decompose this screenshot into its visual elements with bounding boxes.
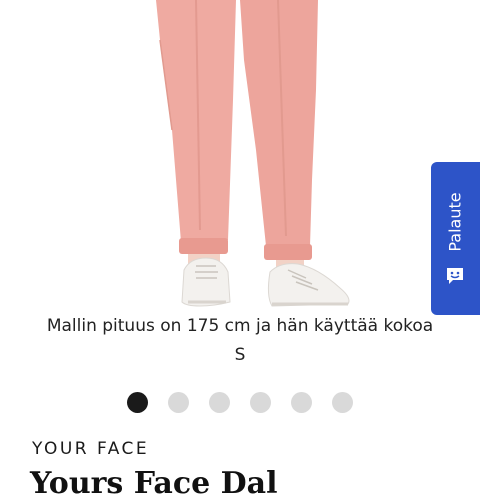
- product-image[interactable]: [0, 0, 480, 312]
- smiley-chat-icon: [445, 266, 465, 286]
- carousel-dot-2[interactable]: [168, 392, 189, 413]
- right-cuff: [264, 244, 312, 260]
- right-sneaker: [267, 263, 350, 307]
- carousel-dot-3[interactable]: [209, 392, 230, 413]
- carousel-dot-5[interactable]: [291, 392, 312, 413]
- feedback-button[interactable]: Palaute: [431, 162, 480, 315]
- carousel-pagination: [0, 392, 480, 414]
- feedback-label: Palaute: [445, 192, 465, 252]
- carousel-dot-6[interactable]: [332, 392, 353, 413]
- brand-name[interactable]: YOUR FACE: [32, 439, 149, 459]
- model-size-caption: Mallin pituus on 175 cm ja hän käyttää k…: [46, 316, 434, 365]
- carousel-dot-1[interactable]: [127, 392, 148, 413]
- carousel-dot-4[interactable]: [250, 392, 271, 413]
- left-sneaker: [181, 257, 231, 307]
- product-title: Yours Face Dal: [30, 466, 278, 501]
- left-cuff: [179, 238, 228, 254]
